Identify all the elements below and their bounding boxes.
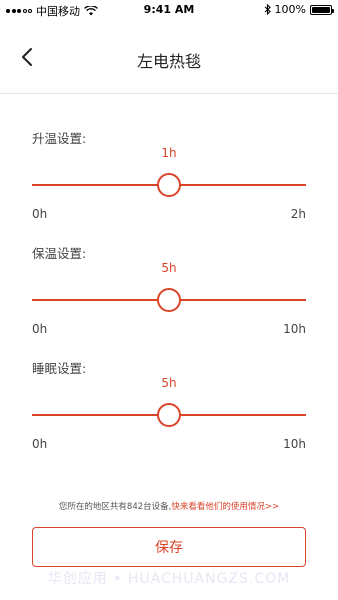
warming-setting-section: 保温设置: 5h 0h 10h xyxy=(32,243,306,336)
usage-link[interactable]: 快来看看他们的使用情况>> xyxy=(171,502,279,512)
sleep-setting-label: 睡眠设置: xyxy=(32,361,87,376)
heating-setting-label: 升温设置: xyxy=(32,131,87,146)
heating-slider-thumb[interactable] xyxy=(157,173,181,197)
warming-slider-value: 5h xyxy=(161,261,177,275)
device-count-text: 您所在的地区共有842台设备, xyxy=(58,502,172,512)
heating-slider-max: 2h xyxy=(290,207,306,221)
nav-bar: 左电热毯 xyxy=(0,20,338,94)
sleep-slider-min: 0h xyxy=(32,437,48,451)
sleep-slider-value: 5h xyxy=(161,376,177,390)
sleep-setting-section: 睡眠设置: 5h 0h 10h xyxy=(32,358,306,451)
sleep-slider[interactable]: 5h 0h 10h xyxy=(32,376,306,451)
heating-setting-section: 升温设置: 1h 0h 2h xyxy=(32,128,306,221)
warming-slider[interactable]: 5h 0h 10h xyxy=(32,261,306,336)
bluetooth-icon xyxy=(264,4,271,15)
warming-slider-max: 10h xyxy=(283,322,306,336)
device-count-note: 您所在的地区共有842台设备,快来看看他们的使用情况>> xyxy=(0,500,338,512)
battery-icon xyxy=(310,4,334,15)
sleep-slider-thumb[interactable] xyxy=(157,403,181,427)
heating-slider-min: 0h xyxy=(32,207,48,221)
save-button[interactable]: 保存 xyxy=(32,527,306,567)
status-bar: 中国移动 9:41 AM 100% xyxy=(0,0,338,20)
battery-percent: 100% xyxy=(274,3,306,16)
warming-setting-label: 保温设置: xyxy=(32,246,87,261)
heating-slider[interactable]: 1h 0h 2h xyxy=(32,146,306,221)
status-right: 100% xyxy=(264,3,334,16)
watermark: 华创应用 • HUACHUANGZS.COM xyxy=(47,571,291,587)
sleep-slider-max: 10h xyxy=(283,437,306,451)
warming-slider-thumb[interactable] xyxy=(157,288,181,312)
page-title: 左电热毯 xyxy=(136,52,201,71)
heating-slider-value: 1h xyxy=(161,146,177,160)
warming-slider-min: 0h xyxy=(32,322,48,336)
